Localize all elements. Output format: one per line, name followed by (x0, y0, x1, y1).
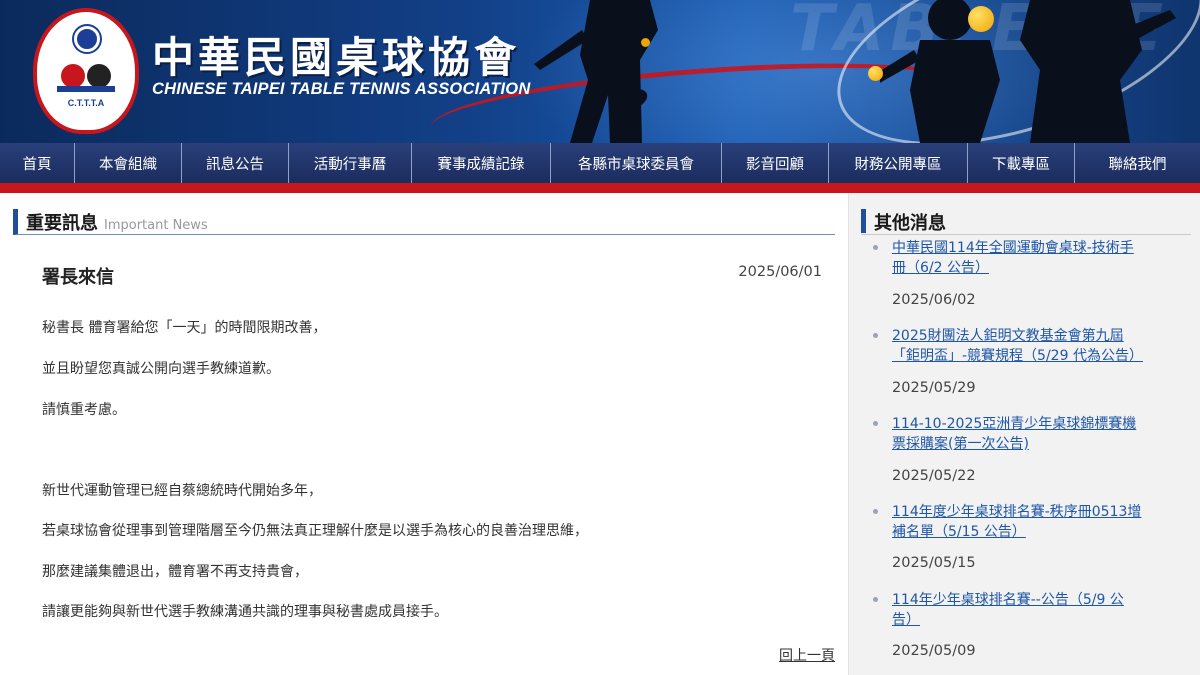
news-link[interactable]: 114年度少年桌球排名賽-秩序冊0513增 補名單（5/15 公告） (892, 502, 1178, 542)
news-link-line: 「鉅明盃」-競賽規程（5/29 代為公告） (892, 348, 1143, 364)
site-banner: TABLE TE C.T.T.T.A 中華民國桌球協會 CHINESE TAIP… (0, 0, 1200, 143)
nav-item-announcements[interactable]: 訊息公告 (182, 143, 289, 183)
news-date: 2025/06/02 (892, 292, 976, 308)
news-link-line: 票採購案(第一次公告) (892, 436, 1029, 452)
main-nav: 首頁 本會組織 訊息公告 活動行事曆 賽事成績記錄 各縣市桌球委員會 影音回顧 … (0, 143, 1200, 183)
news-link-line: 告） (892, 612, 920, 628)
news-link-line: 114年度少年桌球排名賽-秩序冊0513增 (892, 504, 1142, 520)
nav-red-stripe (0, 183, 1200, 193)
news-link[interactable]: 2025財團法人鉅明文教基金會第九屆 「鉅明盃」-競賽規程（5/29 代為公告） (892, 326, 1178, 366)
article-paragraph: 並且盼望您真誠公開向選手教練道歉。 (42, 361, 280, 377)
news-date: 2025/05/22 (892, 468, 976, 484)
news-link-line: 2025財團法人鉅明文教基金會第九屆 (892, 328, 1124, 344)
bullet-icon (873, 333, 878, 338)
sidebar-title: 其他消息 (861, 209, 1191, 234)
news-link-line: 114年少年桌球排名賽--公告（5/9 公 (892, 592, 1124, 608)
nav-item-contact[interactable]: 聯絡我們 (1075, 143, 1200, 183)
table-icon (57, 86, 115, 92)
news-date: 2025/05/15 (892, 555, 976, 571)
player-silhouette-icon (534, 0, 658, 143)
nav-item-committees[interactable]: 各縣市桌球委員會 (551, 143, 722, 183)
nav-item-finance[interactable]: 財務公開專區 (829, 143, 968, 183)
news-date: 2025/05/09 (892, 643, 976, 659)
article-title: 署長來信 (42, 267, 114, 288)
news-link[interactable]: 114-10-2025亞洲青少年桌球錦標賽機 票採購案(第一次公告) (892, 414, 1178, 454)
bullet-icon (873, 421, 878, 426)
article-paragraph: 若桌球協會從理事到管理階層至今仍無法真正理解什麼是以選手為核心的良善治理思維， (42, 523, 588, 539)
player-silhouette-icon (880, 0, 1176, 143)
section-header: 重要訊息 Important News (13, 209, 835, 235)
logo-text: C.T.T.T.A (67, 98, 105, 108)
bullet-icon (873, 509, 878, 514)
bullet-icon (873, 597, 878, 602)
back-link[interactable]: 回上一頁 (740, 645, 835, 665)
article-paragraph: 請讓更能夠與新世代選手教練溝通共識的理事與秘書處成員接手。 (42, 604, 448, 620)
site-title-en: CHINESE TAIPEI TABLE TENNIS ASSOCIATION (152, 80, 531, 98)
ball-icon (641, 38, 650, 47)
sidebar: 其他消息 中華民國114年全國運動會桌球-技術手 冊（6/2 公告） 2025/… (849, 193, 1200, 675)
article-paragraph: 新世代運動管理已經自蔡總統時代開始多年， (42, 483, 322, 499)
nav-item-home[interactable]: 首頁 (0, 143, 75, 183)
nav-item-media[interactable]: 影音回顧 (722, 143, 829, 183)
ball-icon (968, 6, 994, 32)
article-paragraph: 那麼建議集體退出，體育署不再支持貴會， (42, 564, 308, 580)
nav-item-organization[interactable]: 本會組織 (75, 143, 182, 183)
association-logo[interactable]: C.T.T.T.A (33, 8, 139, 134)
red-paddle-icon (61, 64, 85, 88)
nav-item-calendar[interactable]: 活動行事曆 (289, 143, 412, 183)
news-link-line: 114-10-2025亞洲青少年桌球錦標賽機 (892, 416, 1137, 432)
sun-emblem-icon (74, 26, 100, 52)
section-subtitle: Important News (104, 218, 208, 233)
news-link-line: 冊（6/2 公告） (892, 260, 989, 276)
news-link-line: 補名單（5/15 公告） (892, 524, 1026, 540)
black-paddle-icon (87, 64, 111, 88)
news-link-line: 中華民國114年全國運動會桌球-技術手 (892, 240, 1134, 256)
article-date: 2025/06/01 (738, 264, 822, 280)
article-paragraph: 秘書長 體育署給您「一天」的時間限期改善， (42, 320, 327, 336)
section-title: 重要訊息 (26, 213, 98, 234)
nav-item-downloads[interactable]: 下載專區 (968, 143, 1075, 183)
news-date: 2025/05/29 (892, 380, 976, 396)
bullet-icon (873, 245, 878, 250)
article-paragraph: 請慎重考慮。 (42, 402, 126, 418)
ball-icon (868, 66, 883, 81)
news-link[interactable]: 114年少年桌球排名賽--公告（5/9 公 告） (892, 590, 1178, 630)
main-content: 重要訊息 Important News 署長來信 2025/06/01 秘書長 … (0, 193, 848, 675)
site-title-cn: 中華民國桌球協會 (152, 33, 521, 82)
nav-item-results[interactable]: 賽事成績記錄 (412, 143, 551, 183)
news-link[interactable]: 中華民國114年全國運動會桌球-技術手 冊（6/2 公告） (892, 238, 1178, 278)
sidebar-title-divider (861, 234, 1191, 235)
